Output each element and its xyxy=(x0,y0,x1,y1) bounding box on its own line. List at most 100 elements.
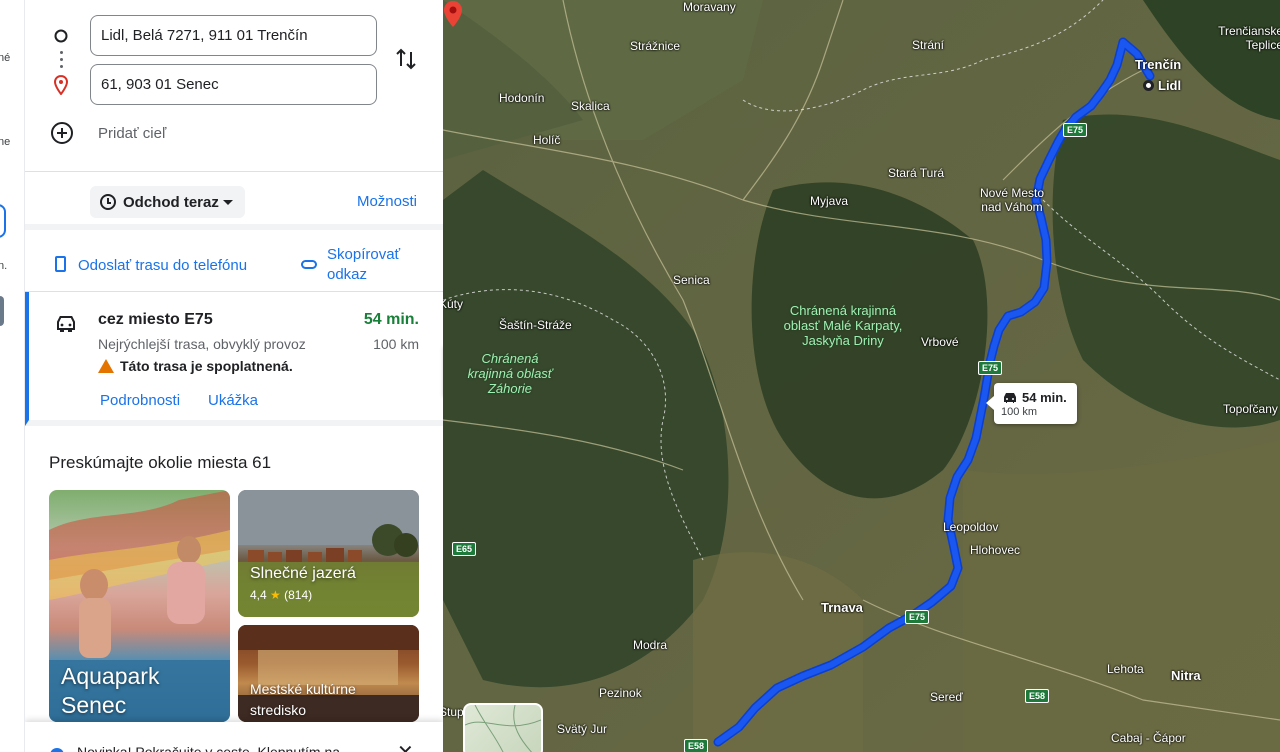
park-male-karpaty[interactable]: Chránená krajinná oblasť Malé Karpaty, J… xyxy=(783,303,903,348)
car-icon xyxy=(1004,393,1016,403)
depart-time-button[interactable]: Odchod teraz xyxy=(90,186,245,218)
callout-time: 54 min. xyxy=(1022,390,1067,405)
callout-distance: 100 km xyxy=(1001,406,1038,418)
place-hodonin[interactable]: Hodonín xyxy=(499,91,544,105)
destination-row xyxy=(25,64,443,106)
close-icon[interactable]: ✕ xyxy=(397,740,414,752)
rail-label: né xyxy=(0,52,11,64)
phone-icon xyxy=(55,256,66,272)
left-rail: né ne n. xyxy=(0,0,25,752)
details-link[interactable]: Podrobnosti xyxy=(100,392,180,409)
news-toast: Novinka! Pokračujte v ceste. Klepnutím n… xyxy=(25,722,443,752)
rail-label: ne xyxy=(0,136,11,148)
destination-pin-icon xyxy=(53,75,69,95)
explore-card-aquapark[interactable]: Aquapark Senec xyxy=(49,490,230,722)
info-icon xyxy=(50,748,64,752)
road-shield-e75: E75 xyxy=(1063,123,1088,137)
road-shield-e65: E65 xyxy=(452,542,477,556)
road-shield-e75: E75 xyxy=(978,361,1003,375)
toll-notice-text: Táto trasa je spoplatnená. xyxy=(120,358,293,374)
waypoints-box: Pridať cieľ xyxy=(25,0,443,172)
destination-input[interactable] xyxy=(90,64,377,105)
place-topolcany[interactable]: Topoľčany xyxy=(1223,402,1278,416)
map-canvas[interactable]: Moravany Strážnice Strání Hodonín Skalic… xyxy=(443,0,1280,752)
place-nitra[interactable]: Nitra xyxy=(1171,668,1201,683)
caret-down-icon xyxy=(223,200,233,205)
road-shield-e58: E58 xyxy=(1025,689,1050,703)
place-svaty-jur[interactable]: Svätý Jur xyxy=(557,722,607,736)
destination-pin-icon[interactable] xyxy=(443,0,463,28)
send-to-phone-label: Odoslať trasu do telefónu xyxy=(78,257,248,274)
copy-link-button[interactable]: Skopírovať odkaz xyxy=(327,245,427,285)
place-hlohovec[interactable]: Hlohovec xyxy=(970,543,1020,557)
origin-row xyxy=(25,15,443,57)
add-circle-icon xyxy=(51,122,73,144)
origin-input[interactable] xyxy=(90,15,377,56)
place-vrbove[interactable]: Vrbové xyxy=(921,335,959,349)
link-icon xyxy=(301,260,317,269)
road-shield-e75: E75 xyxy=(905,610,930,624)
route-duration: 54 min. xyxy=(363,311,419,328)
place-lehota[interactable]: Lehota xyxy=(1107,662,1144,676)
route-duration-callout[interactable]: 54 min. 100 km xyxy=(986,383,1077,424)
route-via: cez miesto E75 xyxy=(98,311,213,328)
lake-rating: 4,4 ★ (814) xyxy=(250,588,312,602)
route-description: Nejrýchlejší trasa, obvyklý provoz xyxy=(98,336,306,352)
layers-button[interactable] xyxy=(463,703,543,752)
park-zahorie[interactable]: Chránená krajinná oblasť Záhorie xyxy=(463,351,557,396)
origin-circle-icon xyxy=(54,29,68,43)
place-trnava[interactable]: Trnava xyxy=(821,600,863,615)
rating-value: 4,4 xyxy=(250,588,267,602)
review-count: (814) xyxy=(284,588,313,602)
place-sered[interactable]: Sereď xyxy=(930,690,963,704)
add-destination-label: Pridať cieľ xyxy=(98,125,167,142)
place-skalica[interactable]: Skalica xyxy=(571,99,610,113)
route-card[interactable]: cez miesto E75 54 min. Nejrýchlejší tras… xyxy=(25,292,443,426)
place-holic[interactable]: Holíč xyxy=(533,133,560,147)
place-moravany[interactable]: Moravany xyxy=(683,0,736,14)
rail-selected-card[interactable] xyxy=(0,204,6,238)
place-leopoldov[interactable]: Leopoldov xyxy=(943,520,998,534)
rail-label: n. xyxy=(0,260,8,272)
car-icon xyxy=(57,316,75,332)
depart-label: Odchod teraz xyxy=(123,193,219,211)
place-cabaj-capor[interactable]: Cabaj - Čápor xyxy=(1111,731,1186,745)
star-icon: ★ xyxy=(270,588,281,602)
explore-card-slnecne-jazera[interactable]: Slnečné jazerá 4,4 ★ (814) xyxy=(238,490,419,617)
warning-icon xyxy=(98,359,114,373)
send-to-phone-link[interactable]: Odoslať trasu do telefónu xyxy=(55,256,247,274)
place-stara-tura[interactable]: Stará Turá xyxy=(888,166,944,180)
preview-link[interactable]: Ukážka xyxy=(208,392,258,409)
place-pezinok[interactable]: Pezinok xyxy=(599,686,642,700)
place-sastin[interactable]: Šaštín-Stráže xyxy=(499,318,572,332)
terrain-preview-icon xyxy=(465,705,541,752)
share-row: Odoslať trasu do telefónu Skopírovať odk… xyxy=(25,236,443,292)
depart-row: Odchod teraz Možnosti xyxy=(25,172,443,230)
add-destination-row[interactable]: Pridať cieľ xyxy=(25,118,443,150)
place-trencin[interactable]: Trenčín xyxy=(1135,57,1181,72)
aquapark-name: Aquapark Senec xyxy=(61,663,160,718)
place-lidl[interactable]: Lidl xyxy=(1158,78,1181,93)
place-trencianske-teplice[interactable]: Trenčianske Teplice xyxy=(1213,24,1280,52)
explore-card-kulturne-stredisko[interactable]: Mestské kultúrne stredisko xyxy=(238,625,419,722)
place-strani[interactable]: Strání xyxy=(912,38,944,52)
clock-icon xyxy=(100,194,116,210)
place-nove-mesto[interactable]: Nové Mesto nad Váhom xyxy=(976,186,1048,214)
place-straznice[interactable]: Strážnice xyxy=(630,39,680,53)
swap-icon[interactable] xyxy=(393,46,419,72)
place-senica[interactable]: Senica xyxy=(673,273,710,287)
options-link[interactable]: Možnosti xyxy=(357,193,417,210)
rail-thumbnail[interactable] xyxy=(0,296,4,326)
directions-panel: Pridať cieľ Odchod teraz Možnosti Odosla… xyxy=(25,0,443,752)
place-kuty[interactable]: Kúty xyxy=(443,297,463,311)
route-distance: 100 km xyxy=(373,336,419,352)
lake-name: Slnečné jazerá xyxy=(250,565,356,582)
origin-marker[interactable] xyxy=(1143,80,1154,91)
satellite-terrain xyxy=(443,0,1280,752)
place-myjava[interactable]: Myjava xyxy=(810,194,848,208)
explore-title: Preskúmajte okolie miesta 61 xyxy=(49,453,272,472)
place-modra[interactable]: Modra xyxy=(633,638,667,652)
culture-center-name: Mestské kultúrne stredisko xyxy=(250,681,356,718)
toll-notice: Táto trasa je spoplatnená. xyxy=(98,358,293,374)
toast-message: Novinka! Pokračujte v ceste. Klepnutím n… xyxy=(77,744,341,752)
